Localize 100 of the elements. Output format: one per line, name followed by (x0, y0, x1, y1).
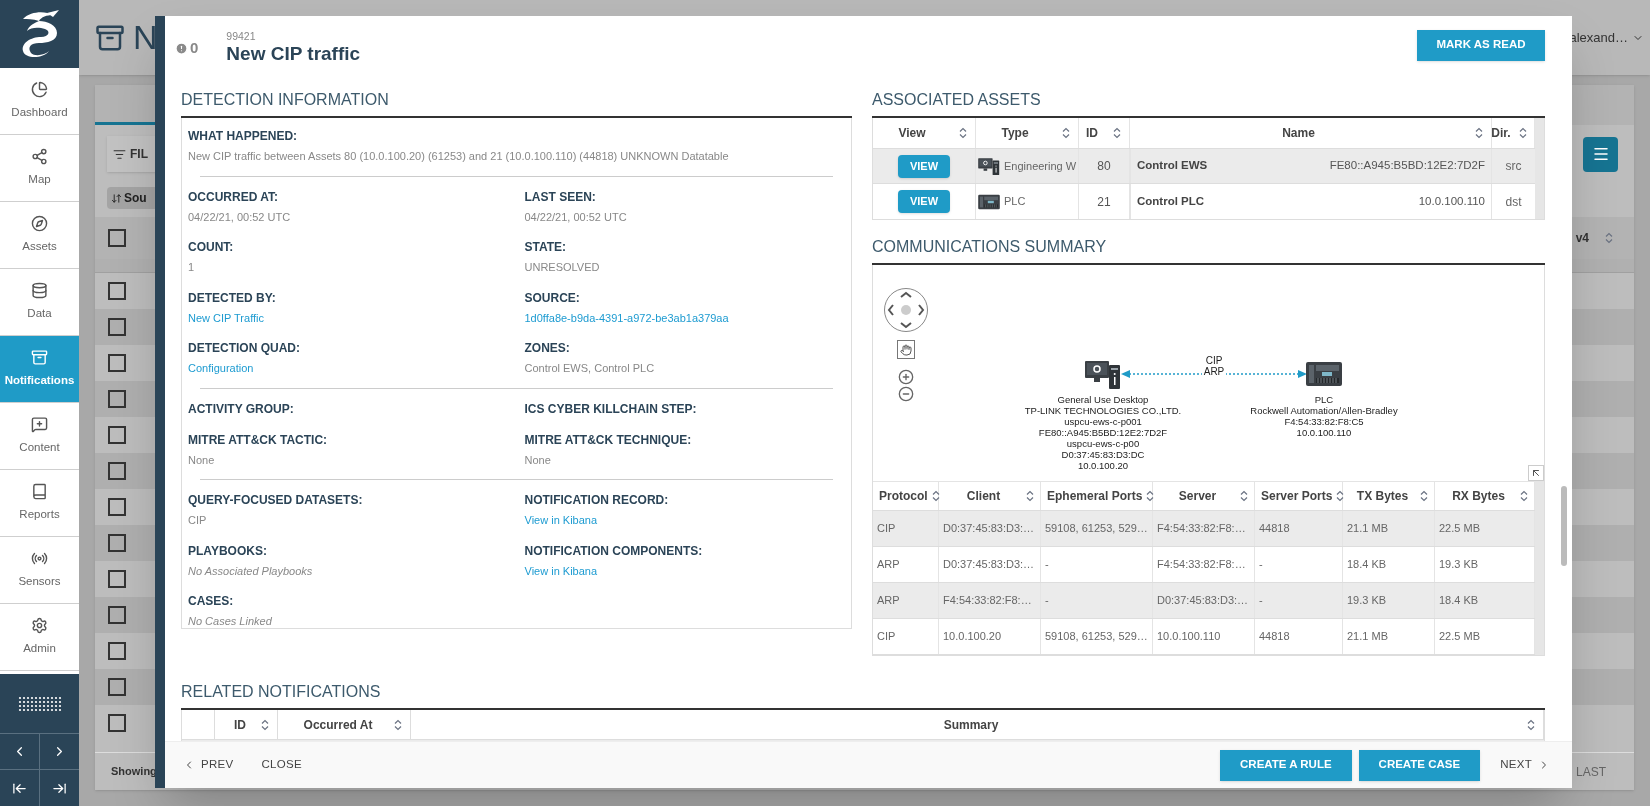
sort-icon (1113, 127, 1121, 139)
zoom-in-icon[interactable] (898, 369, 914, 385)
field-link[interactable]: 1d0ffa8e-b9da-4391-a972-be3ab1a379aa (524, 309, 845, 326)
archive-icon (31, 348, 48, 366)
table-cell: - (1041, 547, 1153, 582)
table-cell: - (1041, 583, 1153, 618)
plc-icon (1306, 359, 1342, 389)
checkbox[interactable] (108, 318, 126, 336)
table-cell: 21.1 MB (1343, 619, 1435, 654)
sort-icon (394, 718, 402, 731)
checkbox[interactable] (108, 229, 126, 247)
table-cell: 44818 (1255, 511, 1343, 546)
table-cell: ARP (873, 547, 939, 582)
checkbox[interactable] (108, 534, 126, 552)
dot-grid-icon (17, 695, 62, 712)
table-cell: 80 (1079, 149, 1130, 183)
column-header[interactable]: Server (1153, 482, 1255, 510)
column-header[interactable]: TX Bytes (1343, 482, 1435, 510)
mark-as-read-button[interactable]: MARK AS READ (1417, 29, 1545, 61)
table-cell: D0:37:45:83:D3:… (1153, 583, 1255, 618)
field-value: 04/22/21, 00:52 UTC (524, 209, 628, 225)
checkbox[interactable] (108, 570, 126, 588)
table-cell: D0:37:45:83:D3:… (939, 511, 1041, 546)
column-header[interactable]: Server Ports (1255, 482, 1343, 510)
sort-arrows-icon (111, 192, 122, 204)
app-grid-button[interactable] (0, 674, 79, 734)
close-button[interactable]: CLOSE (261, 756, 302, 774)
checkbox[interactable] (108, 606, 126, 624)
sort-icon (931, 490, 940, 502)
table-cell: 21 (1079, 184, 1130, 219)
pan-mode-button[interactable] (897, 340, 915, 359)
sort-icon (1240, 490, 1248, 502)
checkbox[interactable] (108, 390, 126, 408)
pan-control[interactable] (883, 287, 929, 333)
column-header[interactable]: ID (215, 710, 278, 739)
table-cell: CIP (873, 619, 939, 654)
column-header[interactable]: Protocol (873, 482, 939, 510)
action-button[interactable]: CREATE CASE (1358, 749, 1481, 781)
column-header[interactable]: View (873, 118, 976, 148)
arrow-up-left-icon (1530, 467, 1542, 479)
checkbox[interactable] (108, 714, 126, 732)
column-header[interactable]: v4 (1575, 229, 1621, 247)
database-icon (31, 281, 48, 299)
field-label: PLAYBOOKS: (188, 542, 268, 560)
node-label: General Use Desktop TP-LINK TECHNOLOGIES CO.,LTD. uspcu-ews-c-p001 FE80::A945:B5BD:12E2:7D2F uspcu-ews-c-p00 D0:37:45:83:D3:DC 10.0.100.20 (1024, 394, 1182, 471)
section-heading: RELATED NOTIFICATIONS (181, 680, 1545, 710)
table-cell: 10.0.100.110 (1153, 619, 1255, 654)
field-label: CASES: (188, 593, 235, 610)
compass-icon (31, 214, 48, 232)
column-header[interactable]: ID (1079, 118, 1130, 148)
nav-item[interactable]: Notifications (0, 336, 79, 403)
checkbox[interactable] (108, 282, 126, 300)
checkbox[interactable] (108, 426, 126, 444)
table-cell: ARP (873, 583, 939, 618)
column-header[interactable]: Client (939, 482, 1041, 510)
field-label: ZONES: (524, 340, 571, 357)
checkbox[interactable] (108, 678, 126, 696)
menu-button[interactable] (1583, 136, 1618, 172)
column-header[interactable]: Name (1130, 118, 1492, 148)
field-label: WHAT HAPPENED: (188, 128, 299, 145)
field-label: NOTIFICATION RECORD: (524, 492, 670, 509)
edge-label: ARP (1201, 366, 1227, 377)
field-label: DETECTED BY: (188, 289, 277, 307)
user-menu[interactable]: alexand… (1569, 27, 1644, 48)
table-cell-text: src (1504, 158, 1523, 175)
table-cell: 10.0.100.20 (939, 619, 1041, 654)
checkbox[interactable] (108, 498, 126, 516)
table-cell-text: Engineering W (1004, 158, 1077, 174)
field-label: MITRE ATT&CK TECHNIQUE: (524, 431, 693, 449)
column-header[interactable]: Type (976, 118, 1079, 148)
sort-icon (1605, 232, 1613, 244)
expand-button[interactable] (1528, 465, 1544, 481)
sort-icon (1062, 127, 1070, 139)
checkbox[interactable] (108, 462, 126, 480)
view-button[interactable]: VIEW (897, 190, 951, 213)
field-value: None (524, 452, 552, 468)
menu-icon (1591, 145, 1610, 163)
field-value: UNRESOLVED (524, 260, 601, 275)
field-link[interactable]: Configuration (188, 360, 509, 377)
column-header[interactable]: Ephemeral Ports (1041, 482, 1153, 510)
table-cell: - (1255, 583, 1343, 618)
field-label: MITRE ATT&CK TACTIC: (188, 431, 329, 449)
plc-icon (978, 192, 1000, 211)
field-link[interactable]: New CIP Traffic (188, 309, 509, 326)
table-cell-text: dst (1504, 193, 1523, 211)
table-cell: - (1255, 547, 1343, 582)
column-header[interactable]: Summary (411, 710, 1544, 739)
checkbox[interactable] (108, 642, 126, 660)
field-link[interactable]: View in Kibana (524, 512, 845, 529)
action-button[interactable]: CREATE A RULE (1220, 749, 1352, 781)
column-header[interactable]: Occurred At (278, 710, 411, 739)
field-label: STATE: (524, 239, 568, 256)
field-link[interactable]: View in Kibana (524, 562, 845, 579)
prev-button[interactable]: PREV (183, 756, 234, 774)
view-button[interactable]: VIEW (897, 154, 951, 178)
section-heading: COMMUNICATIONS SUMMARY (872, 235, 1545, 265)
checkbox[interactable] (108, 354, 126, 372)
zoom-out-icon[interactable] (898, 386, 914, 402)
field-value: CIP (188, 513, 208, 528)
next-button[interactable]: NEXT (1500, 756, 1550, 774)
